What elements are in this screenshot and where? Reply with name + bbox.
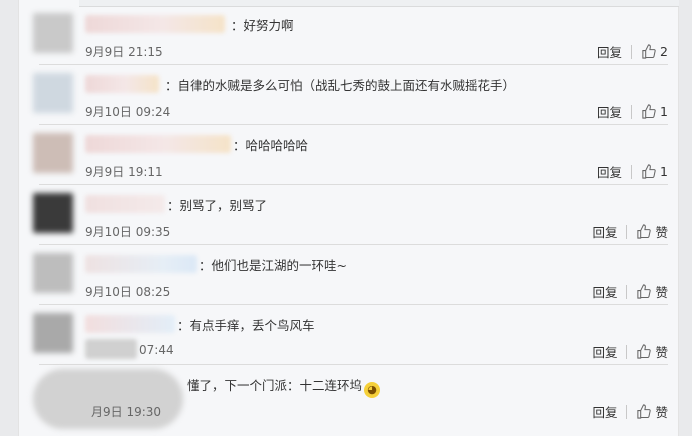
comment-actions: 回复 赞: [592, 222, 668, 241]
comment-row: ：他们也是江湖的一环哇~ 9月10日 08:25 回复 赞: [19, 245, 678, 305]
action-divider: [626, 284, 628, 299]
comment-actions: 回复 2: [597, 42, 668, 61]
action-divider: [626, 224, 628, 239]
comment-text: ：别骂了，别骂了: [167, 198, 268, 213]
comment-time: 9月10日 09:35: [85, 225, 171, 239]
comment-actions: 回复 赞: [592, 342, 668, 361]
like-count: 1: [660, 164, 668, 179]
comment-row: ：别骂了，别骂了 9月10日 09:35 回复 赞: [19, 185, 678, 245]
comment-row: ：有点手痒，丢个鸟风车 07:44 回复 赞: [19, 305, 678, 365]
thumbs-up-icon: [637, 224, 652, 239]
username-redacted[interactable]: [85, 255, 197, 273]
like-count: 赞: [655, 405, 668, 420]
reply-button[interactable]: 回复: [597, 102, 622, 121]
avatar[interactable]: [33, 369, 183, 429]
username-redacted[interactable]: [85, 15, 225, 33]
thumbs-up-icon: [637, 284, 652, 299]
comment-text: ：他们也是江湖的一环哇~: [199, 258, 347, 273]
action-divider: [626, 404, 628, 419]
comment-text: ：哈哈哈哈哈: [233, 138, 309, 153]
comment-actions: 回复 赞: [592, 282, 668, 301]
comment-time: 9月9日 19:11: [85, 165, 163, 179]
like-count: 赞: [655, 225, 668, 240]
comment-row: 懂了，下一个门派：十二连环坞 ◕ 月9日 19:30 回复 赞: [19, 365, 678, 436]
like-button[interactable]: 赞: [636, 402, 668, 421]
like-button[interactable]: 1: [641, 164, 668, 179]
avatar[interactable]: [33, 13, 73, 53]
reply-button[interactable]: 回复: [592, 222, 617, 241]
avatar[interactable]: [33, 73, 73, 113]
reply-button[interactable]: 回复: [597, 162, 622, 181]
like-button[interactable]: 2: [641, 44, 668, 59]
username-redacted[interactable]: [85, 75, 159, 93]
redacted-area: [85, 339, 137, 359]
username-redacted[interactable]: [85, 195, 165, 213]
reply-button[interactable]: 回复: [592, 282, 617, 301]
comment-time: 月9日 19:30: [91, 405, 162, 419]
reply-button[interactable]: 回复: [592, 402, 617, 421]
comment-actions: 回复 1: [597, 162, 668, 181]
thumbs-up-icon: [642, 104, 656, 119]
avatar[interactable]: [33, 133, 73, 173]
like-button[interactable]: 赞: [636, 282, 668, 301]
thumbs-up-icon: [642, 44, 656, 59]
thumbs-up-icon: [637, 344, 652, 359]
like-button[interactable]: 赞: [636, 342, 668, 361]
username-redacted[interactable]: [85, 135, 231, 153]
like-count: 2: [660, 44, 668, 59]
comment-text: 懂了，下一个门派：十二连环坞 ◕: [187, 377, 381, 398]
like-count: 赞: [655, 285, 668, 300]
like-count: 赞: [655, 345, 668, 360]
comment-panel: ：好努力啊 9月9日 21:15 回复 2 ：自律的水贼是多么可怕（战乱七秀的鼓…: [18, 0, 679, 436]
action-divider: [631, 164, 633, 179]
action-divider: [631, 104, 633, 119]
comment-row: ：自律的水贼是多么可怕（战乱七秀的鼓上面还有水贼摇花手） 9月10日 09:24…: [19, 65, 678, 125]
comment-time: 07:44: [139, 343, 174, 357]
comment-time: 9月9日 21:15: [85, 45, 163, 59]
comment-text: ：有点手痒，丢个鸟风车: [177, 318, 315, 333]
comment-row: ：哈哈哈哈哈 9月9日 19:11 回复 1: [19, 125, 678, 185]
action-divider: [626, 344, 628, 359]
doge-emoji-icon: ◕: [364, 382, 381, 398]
avatar[interactable]: [33, 193, 73, 233]
thumbs-up-icon: [637, 404, 652, 419]
comment-actions: 回复 赞: [592, 402, 668, 421]
like-count: 1: [660, 104, 668, 119]
like-button[interactable]: 1: [641, 104, 668, 119]
comment-time: 9月10日 08:25: [85, 285, 171, 299]
comment-text: ：好努力啊: [231, 18, 294, 33]
avatar[interactable]: [33, 313, 73, 353]
comment-text: ：自律的水贼是多么可怕（战乱七秀的鼓上面还有水贼摇花手）: [165, 78, 516, 93]
comment-time: 9月10日 09:24: [85, 105, 171, 119]
like-button[interactable]: 赞: [636, 222, 668, 241]
comment-actions: 回复 1: [597, 102, 668, 121]
action-divider: [631, 44, 633, 59]
reply-button[interactable]: 回复: [592, 342, 617, 361]
reply-button[interactable]: 回复: [597, 42, 622, 61]
username-redacted[interactable]: [85, 315, 175, 333]
thumbs-up-icon: [642, 164, 656, 179]
comment-row: ：好努力啊 9月9日 21:15 回复 2: [19, 5, 678, 65]
avatar[interactable]: [33, 253, 73, 293]
